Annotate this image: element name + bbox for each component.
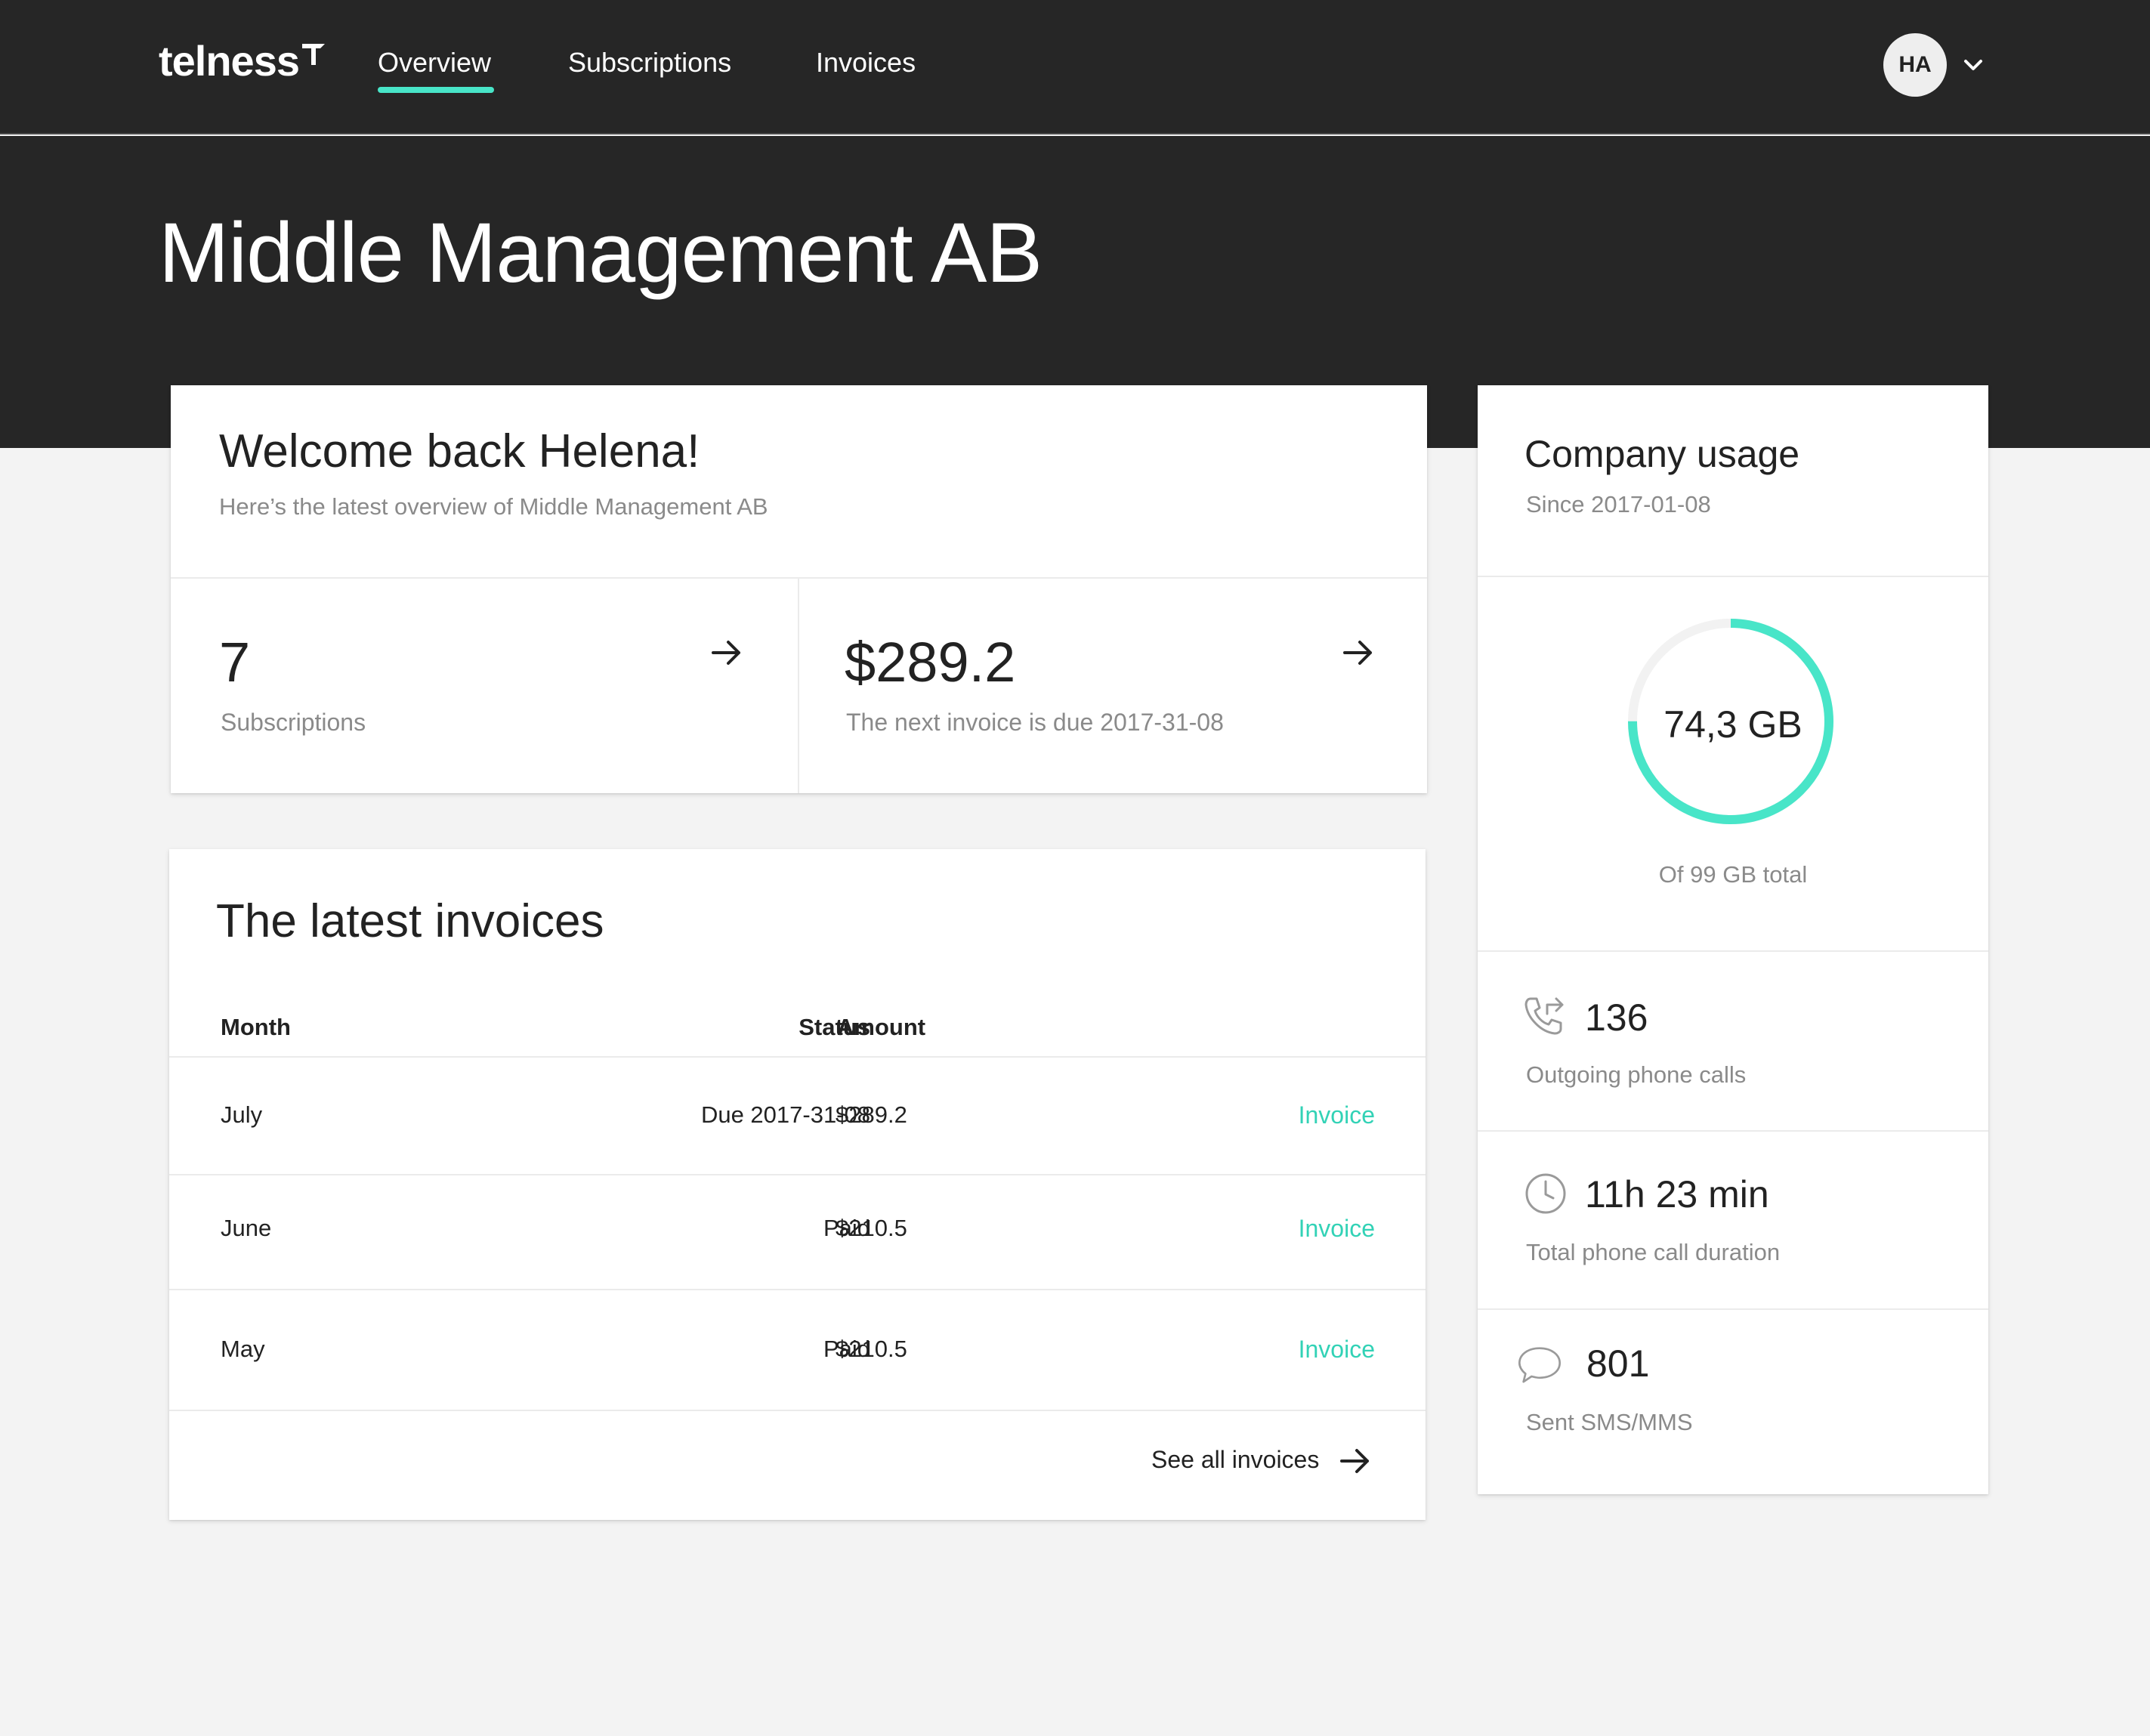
sms-count: 801 <box>1586 1342 1650 1385</box>
call-duration-value: 11h 23 min <box>1585 1173 1769 1216</box>
welcome-card: Welcome back Helena! Here’s the latest o… <box>171 385 1427 793</box>
top-navigation-bar: telness Overview Subscriptions Invoices … <box>0 0 2150 134</box>
user-avatar[interactable]: HA <box>1883 33 1947 97</box>
column-header-amount: Amount <box>837 1014 926 1040</box>
invoice-link[interactable]: Invoice <box>1126 1215 1375 1243</box>
welcome-title: Welcome back Helena! <box>219 425 700 477</box>
table-row: May Paid $210.5 Invoice <box>169 1290 1426 1404</box>
invoice-link[interactable]: Invoice <box>1126 1336 1375 1364</box>
column-header-status: Status <box>799 1014 870 1040</box>
telness-logo[interactable]: telness <box>159 36 326 85</box>
latest-invoices-card: The latest invoices Month Status Amount … <box>169 849 1426 1520</box>
data-total-label: Of 99 GB total <box>1658 861 1808 888</box>
active-tab-indicator <box>378 87 494 93</box>
subscriptions-count: 7 <box>219 631 251 693</box>
subscriptions-summary[interactable]: 7 Subscriptions <box>171 579 798 793</box>
sms-label: Sent SMS/MMS <box>1526 1409 1693 1435</box>
invoice-status: Due 2017-31-08 <box>700 1101 870 1128</box>
nav-tab-invoices[interactable]: Invoices <box>816 47 916 79</box>
invoice-status: Paid <box>823 1336 870 1362</box>
divider <box>1478 950 1988 952</box>
invoice-month: July <box>221 1101 263 1128</box>
welcome-subtitle: Here’s the latest overview of Middle Man… <box>219 493 768 520</box>
next-invoice-summary[interactable]: $289.2 The next invoice is due 2017-31-0… <box>799 579 1427 793</box>
invoices-title: The latest invoices <box>216 895 604 947</box>
arrow-right-icon[interactable] <box>1340 635 1376 671</box>
usage-since: Since 2017-01-08 <box>1526 491 1711 517</box>
table-row: July Due 2017-31-08 $289.2 Invoice <box>169 1058 1426 1171</box>
invoice-month: May <box>221 1336 265 1362</box>
outgoing-calls-label: Outgoing phone calls <box>1526 1061 1747 1088</box>
table-row: June Paid $210.5 Invoice <box>169 1175 1426 1289</box>
data-used-value: 74,3 GB <box>1663 703 1802 746</box>
see-all-invoices-link[interactable]: See all invoices <box>1151 1438 1401 1484</box>
subscriptions-label: Subscriptions <box>221 709 366 736</box>
arrow-right-icon[interactable] <box>709 635 745 671</box>
arrow-right-icon <box>1340 1449 1369 1473</box>
invoice-month: June <box>221 1215 272 1241</box>
column-header-month: Month <box>221 1014 291 1040</box>
next-invoice-label: The next invoice is due 2017-31-08 <box>846 709 1224 736</box>
logo-text: telness <box>159 37 300 85</box>
invoice-link[interactable]: Invoice <box>1126 1101 1375 1129</box>
page-title: Middle Management AB <box>159 205 1043 300</box>
logo-mark-icon <box>302 44 325 65</box>
invoice-amount: $210.5 <box>836 1336 907 1362</box>
invoice-amount: $210.5 <box>836 1215 907 1241</box>
call-duration-label: Total phone call duration <box>1526 1239 1781 1265</box>
nav-tab-overview[interactable]: Overview <box>378 47 491 79</box>
invoice-amount: $289.2 <box>836 1101 907 1128</box>
phone-outgoing-icon <box>1524 997 1564 1035</box>
divider <box>1478 1308 1988 1310</box>
nav-tab-subscriptions[interactable]: Subscriptions <box>568 47 731 79</box>
chat-bubble-icon <box>1518 1347 1561 1383</box>
invoice-status: Paid <box>823 1215 870 1241</box>
clock-icon <box>1525 1173 1566 1214</box>
chevron-down-icon[interactable] <box>1961 53 1985 77</box>
divider <box>1478 576 1988 577</box>
next-invoice-amount: $289.2 <box>845 631 1016 693</box>
see-all-label: See all invoices <box>1151 1446 1320 1473</box>
company-usage-card: Company usage Since 2017-01-08 74,3 GB O… <box>1478 385 1988 1494</box>
divider <box>1478 1130 1988 1132</box>
outgoing-calls-count: 136 <box>1585 996 1648 1039</box>
usage-title: Company usage <box>1524 433 1800 475</box>
divider <box>169 1410 1426 1411</box>
